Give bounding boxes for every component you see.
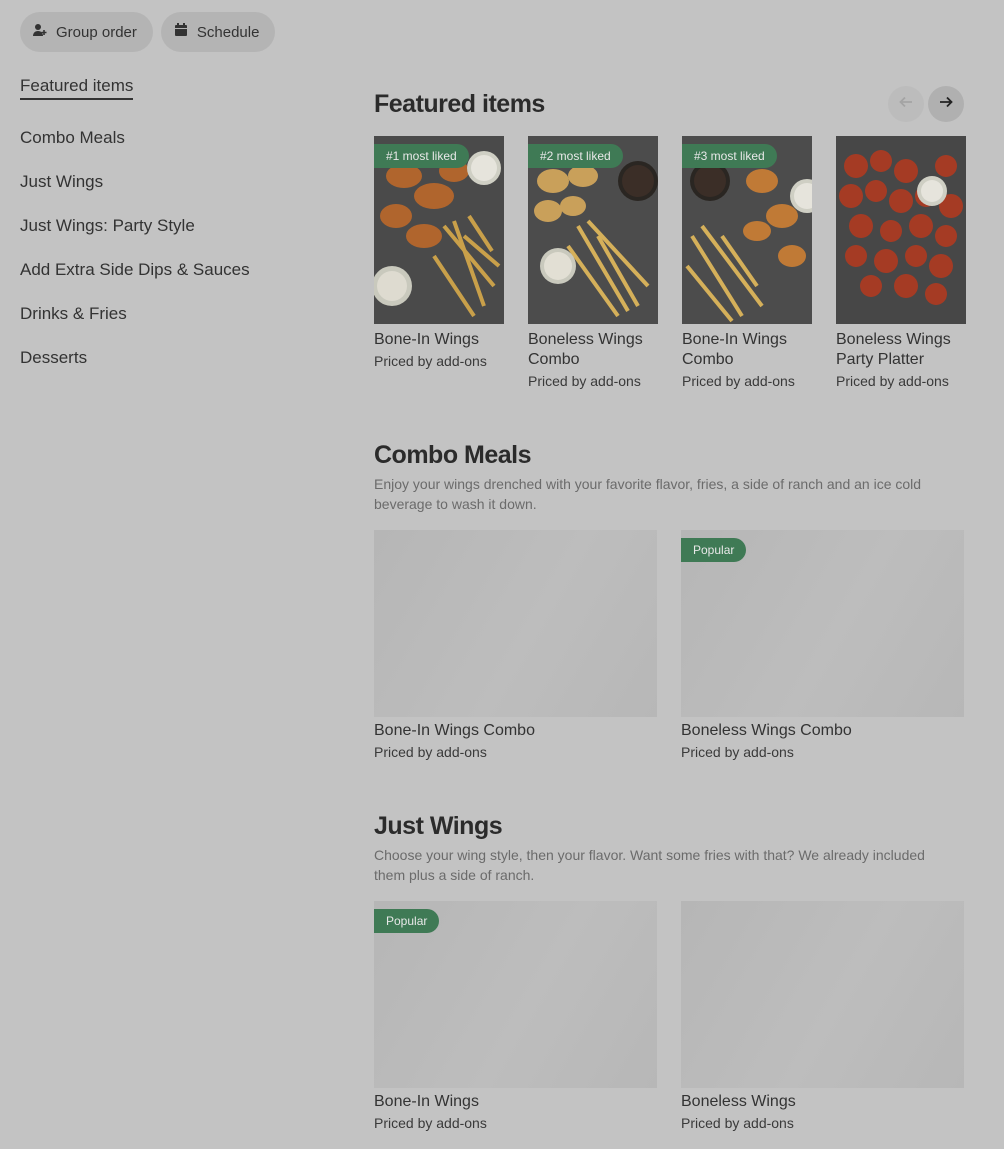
most-liked-badge: #3 most liked bbox=[682, 144, 777, 168]
group-order-button[interactable]: Group order bbox=[20, 12, 153, 52]
combo-meals-section: Combo Meals Enjoy your wings drenched wi… bbox=[374, 441, 964, 760]
featured-card[interactable]: #2 most liked Boneless Wings Combo Price… bbox=[528, 136, 658, 389]
calendar-icon bbox=[173, 22, 189, 42]
item-name: Bone-In Wings Combo bbox=[682, 331, 787, 368]
carousel-arrows bbox=[888, 86, 964, 122]
featured-header: Featured items bbox=[374, 84, 964, 124]
sidebar-item-desserts[interactable]: Desserts bbox=[20, 336, 320, 380]
featured-card[interactable]: #1 most liked Bone-In Wings Priced by ad… bbox=[374, 136, 504, 389]
section-title-featured: Featured items bbox=[374, 89, 545, 118]
top-buttons: Group order Schedule bbox=[20, 12, 276, 52]
sidebar-item-featured-items[interactable]: Featured items bbox=[20, 72, 320, 100]
most-liked-badge: #1 most liked bbox=[374, 144, 469, 168]
item-grid: Popular Bone-In Wings Priced by add-ons … bbox=[374, 901, 964, 1131]
menu-item-card[interactable]: Boneless Wings Priced by add-ons bbox=[681, 901, 964, 1131]
schedule-button[interactable]: Schedule bbox=[160, 12, 276, 52]
sidebar-item-party-style[interactable]: Just Wings: Party Style bbox=[20, 204, 320, 248]
food-photo: #3 most liked bbox=[682, 136, 812, 324]
section-title-just-wings: Just Wings bbox=[374, 812, 503, 840]
image-placeholder bbox=[374, 530, 657, 717]
item-price: Priced by add-ons bbox=[836, 373, 949, 389]
image-placeholder bbox=[681, 901, 964, 1088]
item-name: Boneless Wings bbox=[681, 1093, 796, 1110]
popular-badge: Popular bbox=[681, 538, 747, 562]
item-name: Bone-In Wings Combo bbox=[374, 722, 535, 739]
sidebar-item-combo-meals[interactable]: Combo Meals bbox=[20, 116, 320, 160]
image-placeholder: Popular bbox=[374, 901, 657, 1088]
item-name: Boneless Wings Combo bbox=[681, 722, 852, 739]
item-price: Priced by add-ons bbox=[682, 373, 795, 389]
item-price: Priced by add-ons bbox=[681, 744, 794, 760]
featured-card[interactable]: Boneless Wings Party Platter Priced by a… bbox=[836, 136, 966, 389]
arrow-left-icon bbox=[898, 94, 914, 115]
menu-item-card[interactable]: Popular Boneless Wings Combo Priced by a… bbox=[681, 530, 964, 760]
item-price: Priced by add-ons bbox=[681, 1115, 794, 1131]
sidebar-item-drinks-fries[interactable]: Drinks & Fries bbox=[20, 292, 320, 336]
just-wings-section: Just Wings Choose your wing style, then … bbox=[374, 812, 964, 1131]
item-name: Bone-In Wings bbox=[374, 331, 479, 348]
section-title-combo-meals: Combo Meals bbox=[374, 441, 532, 469]
popular-badge: Popular bbox=[374, 909, 440, 933]
schedule-label: Schedule bbox=[196, 23, 260, 41]
image-placeholder: Popular bbox=[681, 530, 964, 717]
item-price: Priced by add-ons bbox=[374, 744, 487, 760]
carousel-prev-button[interactable] bbox=[888, 86, 924, 122]
most-liked-badge: #2 most liked bbox=[528, 144, 623, 168]
add-person-icon bbox=[32, 22, 48, 42]
menu-main: Featured items #1 most liked Bone-In Win… bbox=[374, 84, 966, 1131]
section-description: Enjoy your wings drenched with your favo… bbox=[374, 476, 922, 512]
section-description: Choose your wing style, then your flavor… bbox=[374, 847, 925, 883]
sidebar-item-dips-sauces[interactable]: Add Extra Side Dips & Sauces bbox=[20, 248, 320, 292]
category-sidebar: Featured items Combo Meals Just Wings Ju… bbox=[20, 72, 320, 380]
item-name: Boneless Wings Combo bbox=[528, 331, 643, 368]
menu-item-card[interactable]: Bone-In Wings Combo Priced by add-ons bbox=[374, 530, 657, 760]
party-platter-image bbox=[836, 136, 966, 324]
food-photo: #2 most liked bbox=[528, 136, 658, 324]
item-name: Bone-In Wings bbox=[374, 1093, 479, 1110]
food-photo bbox=[836, 136, 966, 324]
featured-carousel: #1 most liked Bone-In Wings Priced by ad… bbox=[374, 136, 966, 389]
menu-item-card[interactable]: Popular Bone-In Wings Priced by add-ons bbox=[374, 901, 657, 1131]
arrow-right-icon bbox=[938, 94, 954, 115]
food-photo: #1 most liked bbox=[374, 136, 504, 324]
featured-card[interactable]: #3 most liked Bone-In Wings Combo Priced… bbox=[682, 136, 812, 389]
sidebar-item-just-wings[interactable]: Just Wings bbox=[20, 160, 320, 204]
item-price: Priced by add-ons bbox=[374, 1115, 487, 1131]
group-order-label: Group order bbox=[56, 23, 137, 41]
item-name: Boneless Wings Party Platter bbox=[836, 331, 951, 368]
item-grid: Bone-In Wings Combo Priced by add-ons Po… bbox=[374, 530, 964, 760]
carousel-next-button[interactable] bbox=[928, 86, 964, 122]
item-price: Priced by add-ons bbox=[374, 353, 487, 369]
item-price: Priced by add-ons bbox=[528, 373, 641, 389]
